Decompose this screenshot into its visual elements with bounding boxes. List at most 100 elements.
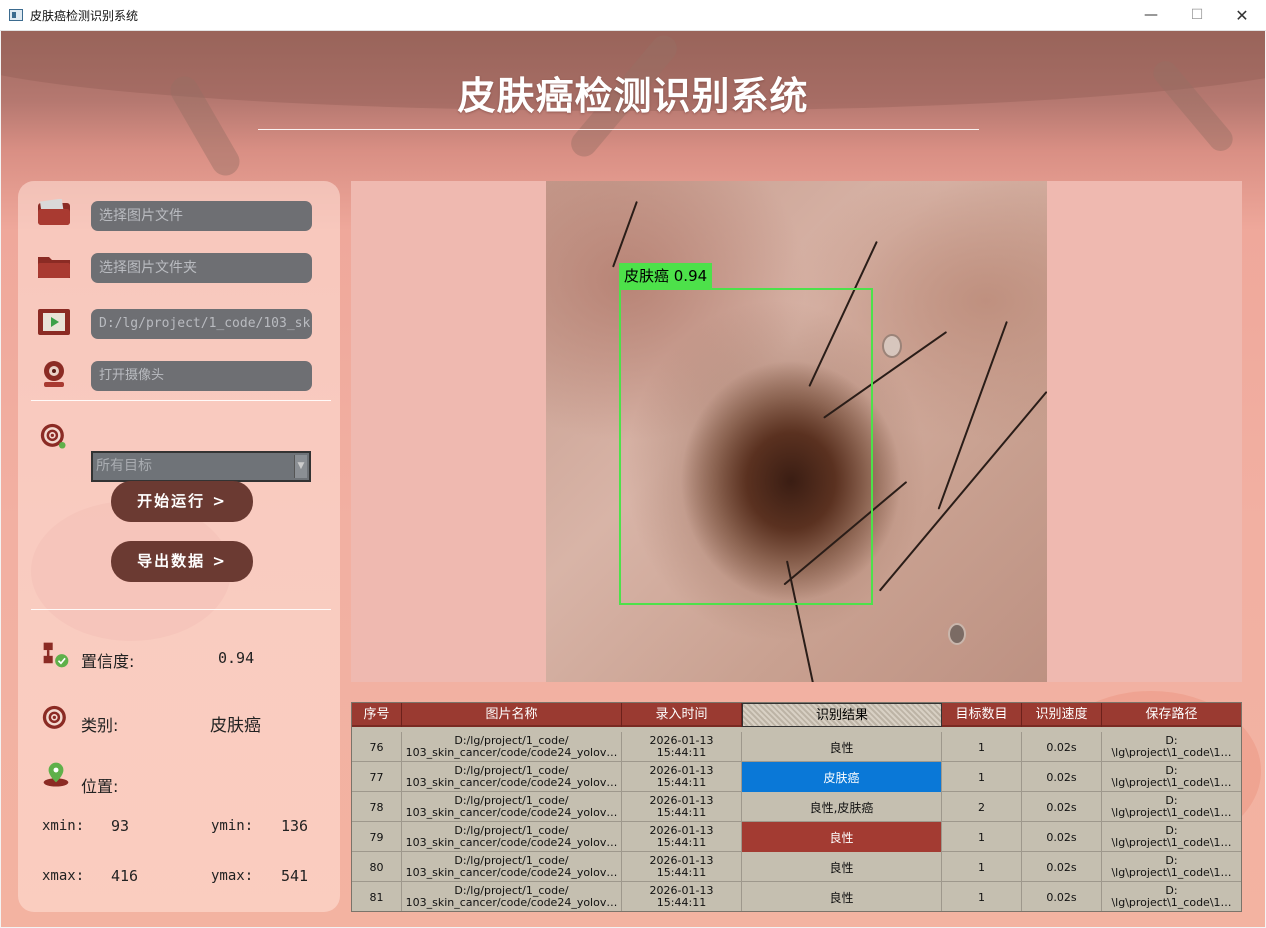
cell-index: 78 xyxy=(352,792,402,822)
cell-index: 81 xyxy=(352,882,402,911)
cell-result: 良性 xyxy=(742,882,942,911)
ymax-value: 541 xyxy=(281,867,309,885)
close-button[interactable]: ✕ xyxy=(1219,0,1265,31)
target-select[interactable]: 所有目标 ▼ xyxy=(91,451,311,482)
cell-name: D:/lg/project/1_code/103_skin_cancer/cod… xyxy=(402,762,622,792)
cell-result: 良性,皮肤癌 xyxy=(742,792,942,822)
cell-path: D: \lg\project\1_code\1… xyxy=(1102,882,1241,911)
video-file-icon[interactable] xyxy=(37,308,71,336)
class-label: 类别: xyxy=(81,716,119,735)
xmin-label: xmin: xyxy=(42,818,85,834)
position-label: 位置: xyxy=(81,777,119,796)
image-folder-input[interactable]: 选择图片文件夹 xyxy=(91,253,312,283)
app-icon xyxy=(9,9,23,21)
table-row[interactable]: 76 D:/lg/project/1_code/103_skin_cancer/… xyxy=(352,732,1241,762)
cell-time: 2026-01-13 15:44:11 xyxy=(622,882,742,911)
column-header-index[interactable]: 序号 xyxy=(352,703,402,727)
cell-result: 良性 xyxy=(742,852,942,882)
table-row[interactable]: 80 D:/lg/project/1_code/103_skin_cancer/… xyxy=(352,852,1241,882)
cell-time: 2026-01-13 15:44:11 xyxy=(622,762,742,792)
cell-speed: 0.02s xyxy=(1022,822,1102,852)
cell-speed: 0.02s xyxy=(1022,732,1102,762)
cell-time: 2026-01-13 15:44:11 xyxy=(622,732,742,762)
column-header-speed[interactable]: 识别速度 xyxy=(1022,703,1102,727)
cell-path-line: \lg\project\1_code\1… xyxy=(1111,836,1232,849)
ymin-label: ymin: xyxy=(211,818,254,834)
cell-count: 2 xyxy=(942,792,1022,822)
cell-index: 77 xyxy=(352,762,402,792)
cell-name: D:/lg/project/1_code/103_skin_cancer/cod… xyxy=(402,732,622,762)
image-file-input[interactable]: 选择图片文件 xyxy=(91,201,312,231)
video-file-input[interactable]: D:/lg/project/1_code/103_sk xyxy=(91,309,312,339)
cell-clock: 15:44:11 xyxy=(656,776,707,789)
skin-spot xyxy=(948,623,966,645)
location-pin-icon xyxy=(43,762,69,787)
cell-name: D:/lg/project/1_code/103_skin_cancer/cod… xyxy=(402,822,622,852)
start-button[interactable]: 开始运行 > xyxy=(111,481,253,522)
column-header-result[interactable]: 识别结果 xyxy=(742,703,942,727)
cell-path-line: \lg\project\1_code\1… xyxy=(1111,806,1232,819)
confidence-label: 置信度: xyxy=(81,652,135,671)
window-title: 皮肤癌检测识别系统 xyxy=(30,9,139,23)
camera-input[interactable]: 打开摄像头 xyxy=(91,361,312,391)
cell-clock: 15:44:11 xyxy=(656,836,707,849)
chevron-down-icon[interactable]: ▼ xyxy=(294,455,307,478)
column-header-time[interactable]: 录入时间 xyxy=(622,703,742,727)
image-file-icon[interactable] xyxy=(37,199,71,227)
image-display: 皮肤癌 0.94 xyxy=(351,181,1242,682)
cell-path: D: \lg\project\1_code\1… xyxy=(1102,762,1241,792)
lesion-image: 皮肤癌 0.94 xyxy=(546,181,1047,682)
app-window: 皮肤癌检测识别系统 选择图片文件 选择图片文件夹 D:/lg/project/1… xyxy=(1,31,1265,927)
cell-name: D:/lg/project/1_code/103_skin_cancer/cod… xyxy=(402,792,622,822)
cell-name-line: 103_skin_cancer/code/code24_yolov… xyxy=(405,866,618,879)
page-title: 皮肤癌检测识别系统 xyxy=(457,74,809,118)
table-row[interactable]: 79 D:/lg/project/1_code/103_skin_cancer/… xyxy=(352,822,1241,852)
cell-name-line: 103_skin_cancer/code/code24_yolov… xyxy=(405,836,618,849)
cell-path: D: \lg\project\1_code\1… xyxy=(1102,822,1241,852)
cell-name: D:/lg/project/1_code/103_skin_cancer/cod… xyxy=(402,882,622,911)
cell-result-highlighted: 良性 xyxy=(742,822,942,852)
cell-count: 1 xyxy=(942,762,1022,792)
window-titlebar: 皮肤癌检测识别系统 — ☐ ✕ xyxy=(0,0,1266,31)
cell-result-selected[interactable]: 皮肤癌 xyxy=(742,762,942,792)
camera-icon[interactable] xyxy=(37,360,71,388)
cell-time: 2026-01-13 15:44:11 xyxy=(622,822,742,852)
table-row[interactable]: 78 D:/lg/project/1_code/103_skin_cancer/… xyxy=(352,792,1241,822)
table-row[interactable]: 77 D:/lg/project/1_code/103_skin_cancer/… xyxy=(352,762,1241,792)
confidence-value: 0.94 xyxy=(218,649,255,667)
skin-spot xyxy=(882,334,902,358)
maximize-button[interactable]: ☐ xyxy=(1174,0,1220,31)
cell-name-line: 103_skin_cancer/code/code24_yolov… xyxy=(405,896,618,909)
cell-path-line: \lg\project\1_code\1… xyxy=(1111,866,1232,879)
table-header: 序号 图片名称 录入时间 识别结果 目标数目 识别速度 保存路径 xyxy=(352,703,1241,727)
cell-name-line: 103_skin_cancer/code/code24_yolov… xyxy=(405,806,618,819)
cell-path-line: \lg\project\1_code\1… xyxy=(1111,746,1232,759)
cell-path: D: \lg\project\1_code\1… xyxy=(1102,792,1241,822)
cell-name-line: 103_skin_cancer/code/code24_yolov… xyxy=(405,746,618,759)
column-header-count[interactable]: 目标数目 xyxy=(942,703,1022,727)
cell-count: 1 xyxy=(942,852,1022,882)
table-row[interactable]: 81 D:/lg/project/1_code/103_skin_cancer/… xyxy=(352,882,1241,911)
hair-mark xyxy=(878,391,1047,592)
detection-label: 皮肤癌 0.94 xyxy=(619,263,713,289)
cell-index: 79 xyxy=(352,822,402,852)
cell-clock: 15:44:11 xyxy=(656,806,707,819)
cell-path: D: \lg\project\1_code\1… xyxy=(1102,852,1241,882)
cell-time: 2026-01-13 15:44:11 xyxy=(622,792,742,822)
cell-index: 80 xyxy=(352,852,402,882)
column-header-path[interactable]: 保存路径 xyxy=(1102,703,1241,727)
cell-time: 2026-01-13 15:44:11 xyxy=(622,852,742,882)
xmin-value: 93 xyxy=(111,817,130,835)
control-panel: 选择图片文件 选择图片文件夹 D:/lg/project/1_code/103_… xyxy=(18,181,340,912)
cell-path-line: \lg\project\1_code\1… xyxy=(1111,896,1232,909)
xmax-value: 416 xyxy=(111,867,139,885)
folder-icon[interactable] xyxy=(37,252,71,280)
column-header-name[interactable]: 图片名称 xyxy=(402,703,622,727)
cell-count: 1 xyxy=(942,882,1022,911)
target-select-value: 所有目标 xyxy=(96,458,152,474)
export-button[interactable]: 导出数据 > xyxy=(111,541,253,582)
minimize-button[interactable]: — xyxy=(1128,0,1174,31)
detection-box[interactable] xyxy=(619,288,873,605)
cell-clock: 15:44:11 xyxy=(656,866,707,879)
cell-speed: 0.02s xyxy=(1022,882,1102,911)
